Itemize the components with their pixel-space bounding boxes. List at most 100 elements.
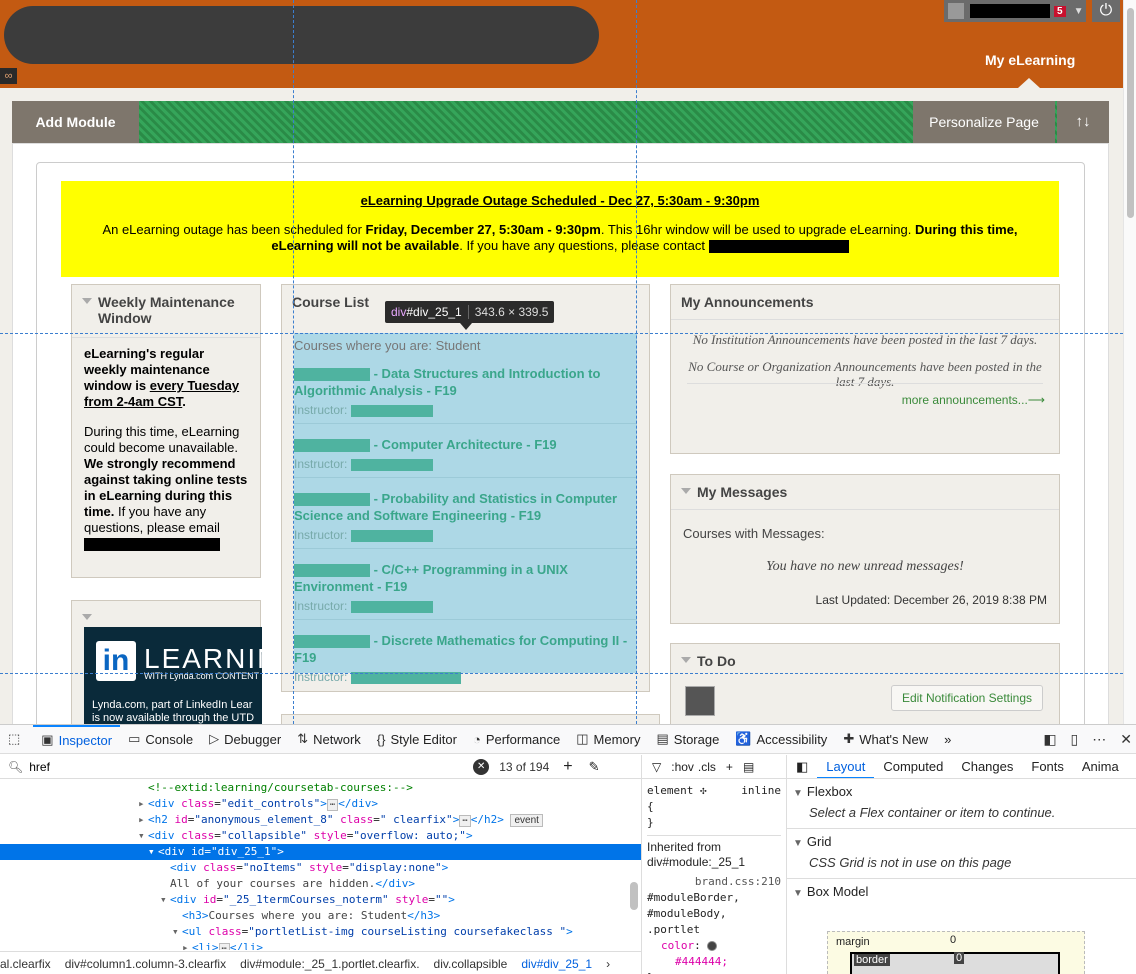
tab-debugger[interactable]: ▷ Debugger: [201, 725, 289, 754]
module-header[interactable]: Weekly Maintenance Window: [72, 285, 260, 326]
add-node-icon[interactable]: +: [563, 758, 572, 776]
markup-line[interactable]: ▸ <h2 id="anonymous_element_8" class=" cl…: [0, 812, 641, 828]
search-input[interactable]: [29, 759, 450, 774]
course-link[interactable]: - Discrete Mathematics for Computing II …: [294, 632, 637, 666]
courses-role-heading: Courses where you are: Student: [294, 338, 481, 353]
personalize-page-button[interactable]: Personalize Page: [913, 101, 1055, 143]
course-link[interactable]: - Data Structures and Introduction to Al…: [294, 365, 637, 399]
rule-declaration[interactable]: color:: [647, 938, 781, 954]
dock-icon[interactable]: ◧: [1043, 731, 1056, 748]
margin-value[interactable]: 0: [950, 934, 956, 946]
devtools-actions: ◧ ▯ ⋯ ✕: [1029, 725, 1132, 754]
section-header[interactable]: ▼ Flexbox: [787, 779, 1136, 805]
breadcrumb-item[interactable]: div#column1.column-3.clearfix: [65, 957, 226, 971]
css-value[interactable]: #444444;: [647, 954, 781, 970]
border-value[interactable]: 0: [954, 952, 965, 964]
tab-performance[interactable]: ◔ Performance: [465, 725, 568, 754]
more-announcements-link[interactable]: more announcements...⟶: [902, 393, 1045, 407]
linkedin-learning-banner[interactable]: in LEARNING WITH Lynda.com CONTENT Lynda…: [84, 627, 262, 724]
next-module: [281, 714, 660, 724]
collapse-triangle-icon[interactable]: [82, 298, 92, 304]
eyedropper-icon[interactable]: ✎: [589, 759, 600, 775]
breadcrumb-item[interactable]: div.collapsible: [434, 957, 508, 971]
module-header[interactable]: My Announcements: [671, 285, 1059, 310]
module-header[interactable]: To Do: [671, 644, 1059, 669]
course-item[interactable]: - Computer Architecture - F19 Instructor…: [294, 424, 637, 478]
tab-computed[interactable]: Computed: [874, 759, 952, 774]
course-item[interactable]: - Discrete Mathematics for Computing II …: [294, 620, 637, 690]
print-icon[interactable]: ▤: [743, 760, 754, 774]
markup-line[interactable]: ▾ <div class="collapsible" style="overflo…: [0, 828, 641, 844]
collapse-triangle-icon[interactable]: [82, 614, 92, 620]
scrollbar-thumb[interactable]: [1127, 8, 1134, 218]
rule-brace: }: [647, 816, 654, 829]
add-rule-icon[interactable]: +: [726, 760, 733, 774]
tab-layout[interactable]: Layout: [817, 755, 875, 778]
more-options-icon[interactable]: ⋯: [1092, 731, 1106, 748]
section-header[interactable]: ▼ Grid: [787, 829, 1136, 855]
course-link[interactable]: - Probability and Statistics in Computer…: [294, 490, 637, 524]
page-scrollbar[interactable]: [1123, 0, 1136, 724]
module-header[interactable]: My Messages: [671, 475, 1059, 500]
more-tabs-chevron-icon[interactable]: »: [936, 725, 959, 754]
rule-source[interactable]: brand.css:210: [647, 874, 781, 890]
text: Lynda.com, part of LinkedIn Lear: [92, 699, 253, 711]
course-link[interactable]: - C/C++ Programming in a UNIX Environmen…: [294, 561, 637, 595]
element-rule[interactable]: element ✣ inline: [647, 783, 781, 799]
rule-selector[interactable]: #moduleBorder, #moduleBody, .portlet: [647, 890, 781, 938]
edit-notification-settings-button[interactable]: Edit Notification Settings: [891, 685, 1043, 711]
add-module-button[interactable]: Add Module: [12, 101, 139, 143]
markup-attr: id: [203, 893, 217, 906]
markup-line[interactable]: ▸ <li> ⋯ </li>: [0, 940, 641, 950]
tab-whats-new[interactable]: ✚ What's New: [835, 725, 936, 754]
maintenance-module: Weekly Maintenance Window eLearning's re…: [71, 284, 261, 578]
event-badge[interactable]: event: [510, 814, 543, 827]
markup-line[interactable]: <div class="noItems" style="display:none…: [0, 860, 641, 876]
sidebar-toggle-icon[interactable]: ◧: [787, 759, 817, 775]
tab-fonts[interactable]: Fonts: [1022, 759, 1073, 774]
markup-line[interactable]: ▸ <div class="edit_controls"> ⋯ </div>: [0, 796, 641, 812]
color-swatch-icon[interactable]: [707, 941, 718, 951]
course-link[interactable]: - Computer Architecture - F19: [294, 436, 637, 453]
markup-line[interactable]: ▾ <ul class="portletList-img courseListin…: [0, 924, 641, 940]
tab-my-elearning[interactable]: My eLearning: [985, 52, 1075, 68]
link-icon[interactable]: ∞: [0, 68, 17, 84]
element-picker-icon[interactable]: ⬚: [0, 725, 33, 754]
breadcrumb-item[interactable]: div#module:_25_1.portlet.clearfix.: [240, 957, 419, 971]
markup-line[interactable]: <h3>Courses where you are: Student</h3>: [0, 908, 641, 924]
tab-changes[interactable]: Changes: [952, 759, 1022, 774]
tab-accessibility[interactable]: ♿ Accessibility: [727, 725, 835, 754]
breadcrumb-next-icon[interactable]: ›: [606, 957, 610, 971]
markup-line-selected[interactable]: ▾ <div id="div_25_1">: [0, 844, 641, 860]
tab-inspector[interactable]: ▣ Inspector: [33, 724, 121, 754]
hov-toggle[interactable]: :hov: [671, 760, 694, 774]
breadcrumb-item-current[interactable]: div#div_25_1: [521, 957, 592, 971]
markup-tree[interactable]: <!--extid:learning/coursetab-courses:-->…: [0, 780, 641, 950]
markup-scrollbar[interactable]: [630, 882, 638, 910]
cls-toggle[interactable]: .cls: [698, 760, 716, 774]
logout-power-icon[interactable]: ⏻: [1092, 0, 1120, 22]
course-item[interactable]: - Data Structures and Introduction to Al…: [294, 353, 637, 424]
reorder-icon[interactable]: ↑↓: [1057, 101, 1109, 143]
tab-animations[interactable]: Anima: [1073, 759, 1128, 774]
breadcrumb-item[interactable]: al.clearfix: [0, 957, 51, 971]
user-menu[interactable]: 5 ▼: [944, 0, 1086, 22]
collapse-triangle-icon[interactable]: [681, 657, 691, 663]
tab-style-editor[interactable]: {} Style Editor: [369, 725, 465, 754]
markup-line[interactable]: All of your courses are hidden.</div>: [0, 876, 641, 892]
course-item[interactable]: - C/C++ Programming in a UNIX Environmen…: [294, 549, 637, 620]
section-header[interactable]: ▼ Box Model: [787, 879, 1136, 905]
close-icon[interactable]: ✕: [1120, 731, 1132, 748]
tab-memory[interactable]: ◫ Memory: [568, 725, 648, 754]
markup-line[interactable]: ▾ <div id="_25_1termCourses_noterm" style…: [0, 892, 641, 908]
responsive-icon[interactable]: ▯: [1071, 731, 1079, 748]
filter-icon[interactable]: ▽: [652, 760, 661, 774]
tab-console[interactable]: ▭ Console: [120, 725, 201, 754]
tab-network[interactable]: ⇅ Network: [289, 725, 369, 754]
clear-search-icon[interactable]: ✕: [473, 758, 490, 775]
collapse-triangle-icon[interactable]: [681, 488, 691, 494]
tab-storage[interactable]: ▤ Storage: [648, 725, 727, 754]
markup-line[interactable]: <!--extid:learning/coursetab-courses:-->: [0, 780, 641, 796]
module-header[interactable]: [72, 601, 260, 620]
course-item[interactable]: - Probability and Statistics in Computer…: [294, 478, 637, 549]
